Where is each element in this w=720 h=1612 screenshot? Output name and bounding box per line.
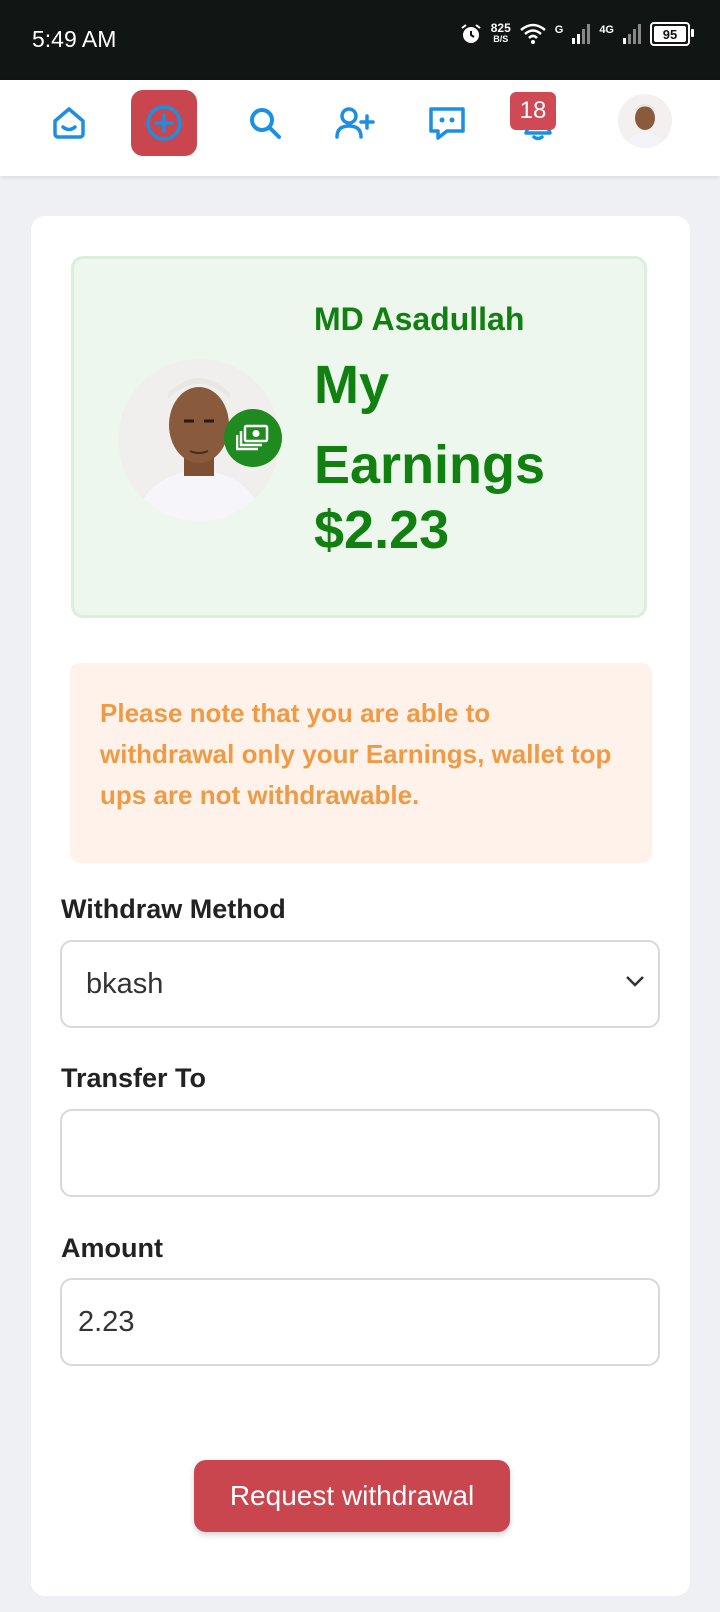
add-post-button[interactable] xyxy=(131,90,197,156)
signal-label-1: G xyxy=(554,24,564,36)
earnings-icon xyxy=(224,409,282,467)
amount-input[interactable]: 2.23 xyxy=(60,1278,660,1366)
battery-icon: 95 xyxy=(650,22,694,46)
chevron-down-icon xyxy=(626,976,644,987)
withdraw-card: MD Asadullah My Earnings $2.23 Please no… xyxy=(31,216,690,1596)
profile-avatar[interactable] xyxy=(618,94,672,148)
earnings-title: My Earnings xyxy=(314,355,546,495)
messages-icon[interactable] xyxy=(414,90,480,156)
alarm-icon xyxy=(461,24,481,43)
top-nav: 18 xyxy=(0,80,720,176)
notification-count-badge: 18 xyxy=(510,92,556,130)
net-speed: 825 B/S xyxy=(490,21,511,44)
signal-icon-1 xyxy=(572,24,591,44)
withdraw-method-value: bkash xyxy=(86,967,164,1000)
wifi-icon xyxy=(519,23,546,44)
status-time: 5:49 AM xyxy=(32,26,117,52)
earnings-user-name: MD Asadullah xyxy=(314,301,525,337)
add-icon xyxy=(146,105,182,141)
withdraw-method-label: Withdraw Method xyxy=(61,894,286,924)
signal-label-2: 4G xyxy=(599,24,614,36)
earnings-summary: MD Asadullah My Earnings $2.23 xyxy=(71,256,647,618)
transfer-to-label: Transfer To xyxy=(61,1063,207,1093)
home-icon[interactable] xyxy=(36,90,102,156)
withdraw-note: Please note that you are able to withdra… xyxy=(70,663,652,863)
earnings-amount: $2.23 xyxy=(314,500,450,560)
transfer-to-input[interactable] xyxy=(60,1109,660,1197)
amount-label: Amount xyxy=(61,1233,163,1263)
signal-icon-2 xyxy=(623,24,641,44)
withdraw-method-select[interactable]: bkash xyxy=(60,940,660,1028)
request-withdrawal-button[interactable]: Request withdrawal xyxy=(194,1460,510,1532)
search-icon[interactable] xyxy=(232,90,298,156)
amount-value: 2.23 xyxy=(78,1305,135,1338)
status-bar: 5:49 AM 825 B/S G 4G 95 xyxy=(0,0,720,80)
add-friend-icon[interactable] xyxy=(322,90,388,156)
status-icons: 825 B/S G 4G 95 xyxy=(459,21,694,46)
